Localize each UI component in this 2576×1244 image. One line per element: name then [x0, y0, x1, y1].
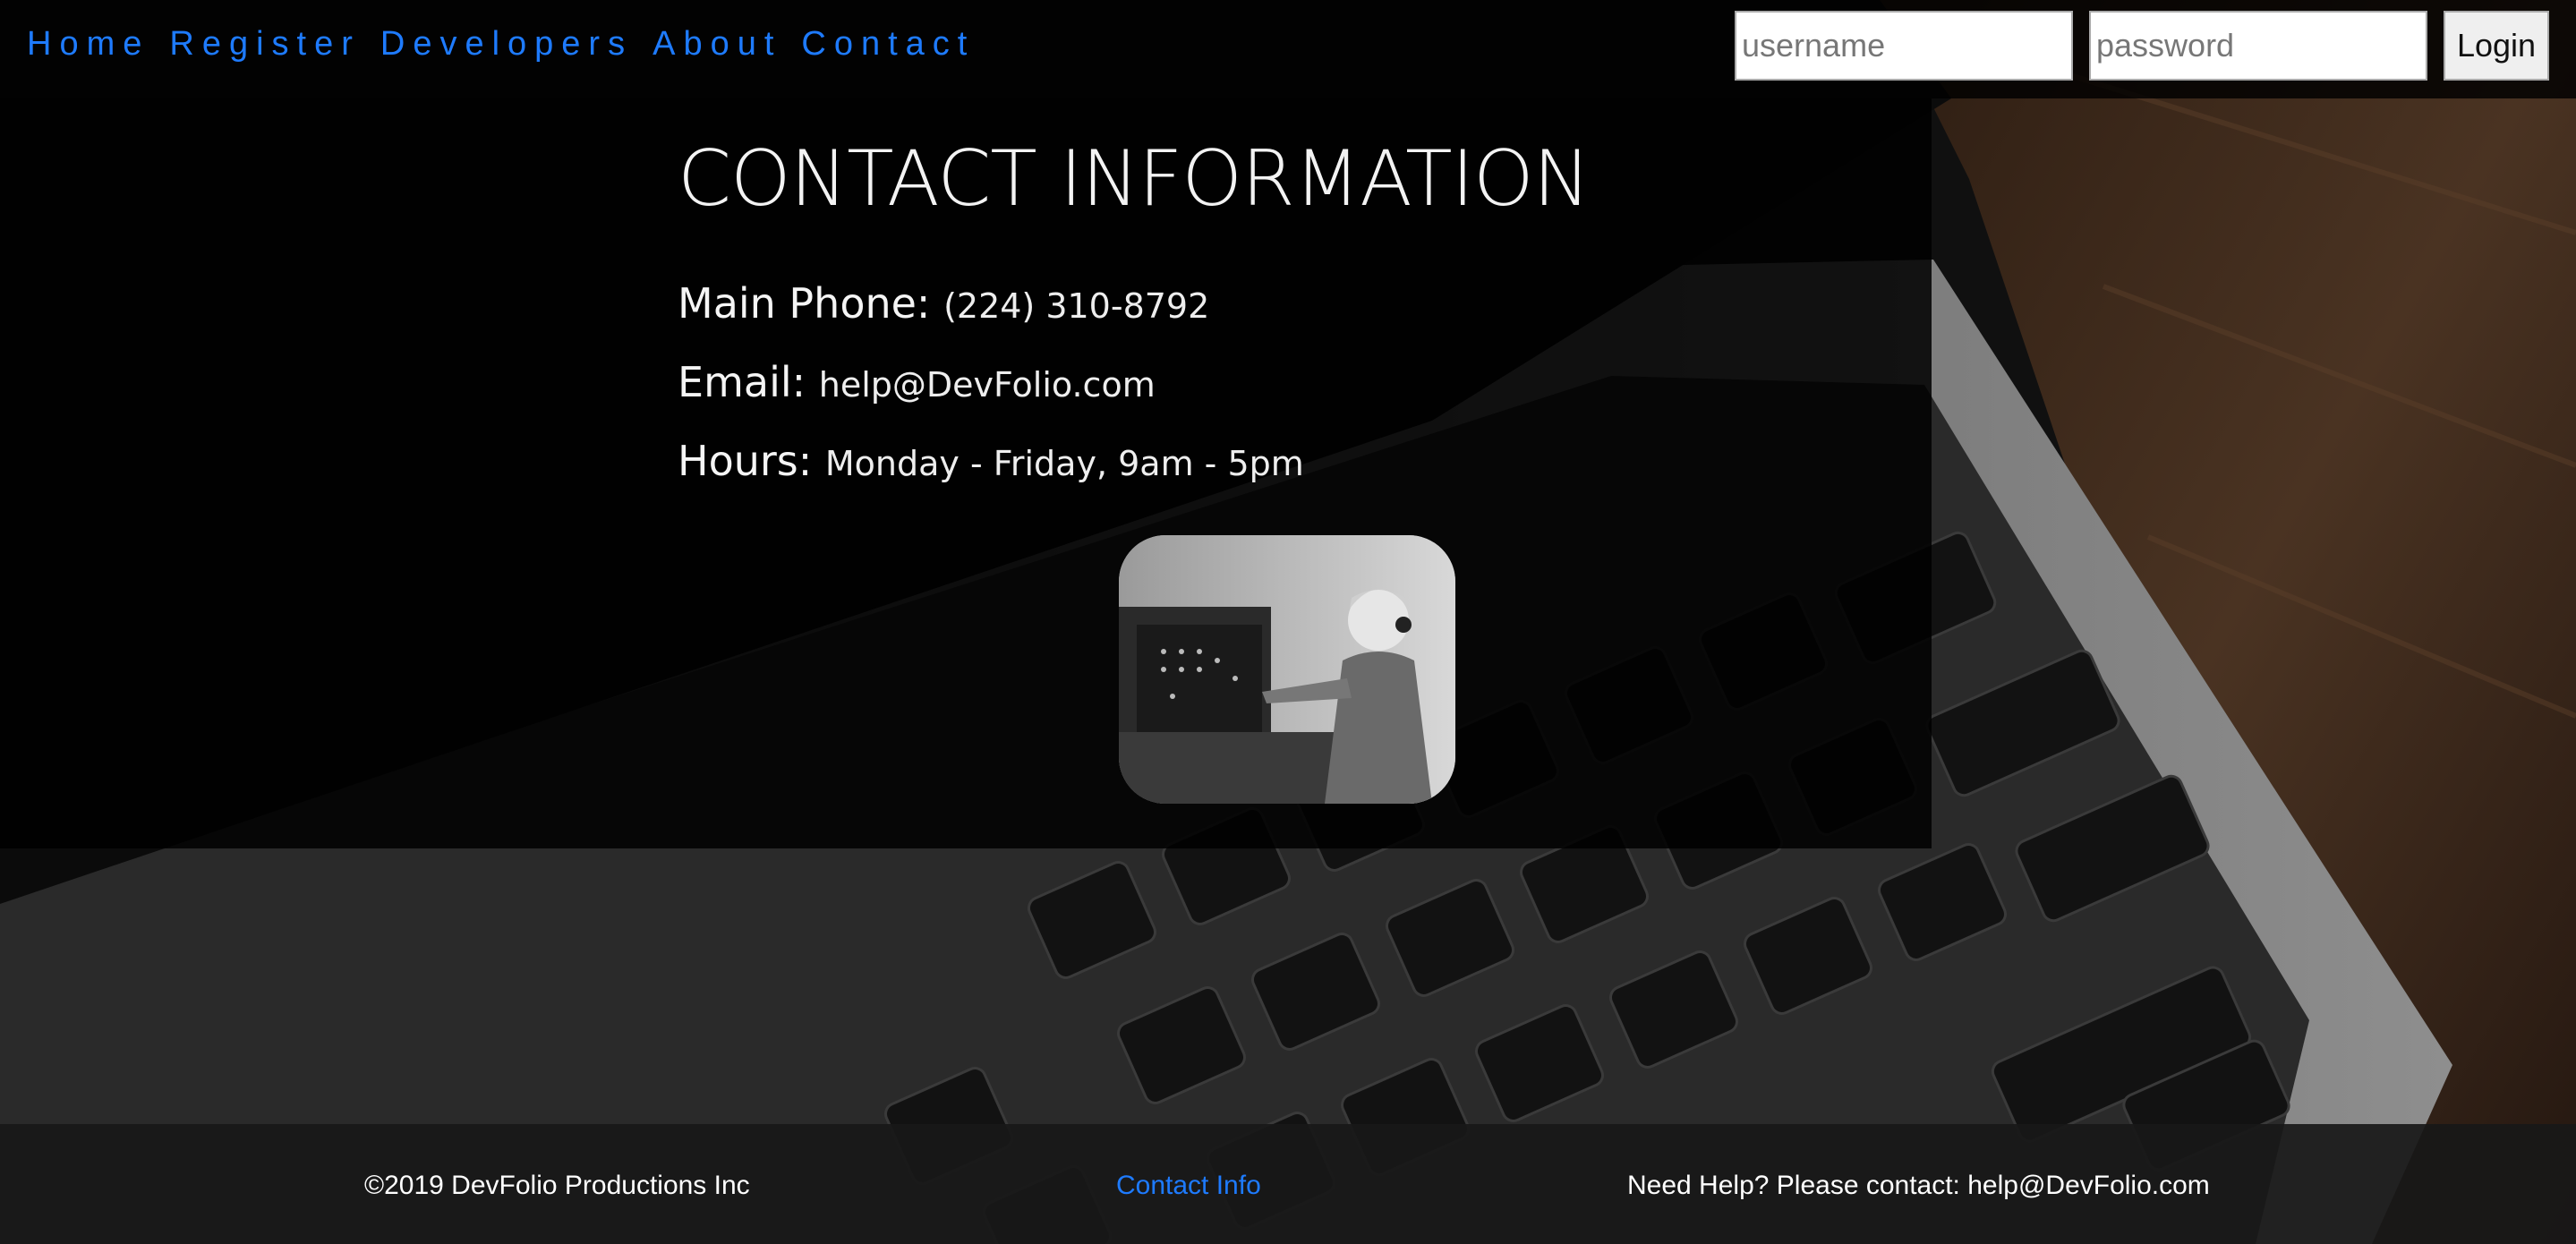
hours-value: Monday - Friday, 9am - 5pm — [824, 444, 1304, 483]
main-nav: Home Register Developers About Contact — [27, 25, 975, 64]
email-value: help@DevFolio.com — [818, 365, 1156, 405]
hours-row: Hours: Monday - Friday, 9am - 5pm — [678, 437, 1590, 485]
contact-info-section: CONTACT INFORMATION Main Phone: (224) 31… — [678, 134, 1591, 485]
password-input[interactable] — [2089, 11, 2427, 81]
phone-label: Main Phone: — [678, 279, 931, 328]
nav-home-link[interactable]: Home — [27, 25, 149, 64]
nav-register-link[interactable]: Register — [169, 25, 361, 64]
login-button[interactable]: Login — [2444, 11, 2549, 81]
phone-value: (224) 310-8792 — [943, 286, 1210, 326]
nav-about-link[interactable]: About — [653, 25, 781, 64]
login-form: Login — [1735, 11, 2549, 81]
email-row: Email: help@DevFolio.com — [678, 358, 1590, 406]
nav-contact-link[interactable]: Contact — [801, 25, 975, 64]
footer-help-text: Need Help? Please contact: help@DevFolio… — [1627, 1171, 2210, 1200]
phone-row: Main Phone: (224) 310-8792 — [678, 279, 1590, 328]
hours-label: Hours: — [678, 437, 813, 485]
email-label: Email: — [678, 358, 806, 406]
switchboard-operator-photo — [1119, 535, 1455, 804]
footer-contact-info-link[interactable]: Contact Info — [1116, 1171, 1261, 1201]
top-navigation-bar: Home Register Developers About Contact L… — [0, 0, 2576, 98]
nav-developers-link[interactable]: Developers — [380, 25, 633, 64]
footer: ©2019 DevFolio Productions Inc Contact I… — [0, 1124, 2576, 1244]
username-input[interactable] — [1735, 11, 2073, 81]
page-title: CONTACT INFORMATION — [678, 134, 1591, 224]
footer-copyright: ©2019 DevFolio Productions Inc — [364, 1171, 750, 1200]
